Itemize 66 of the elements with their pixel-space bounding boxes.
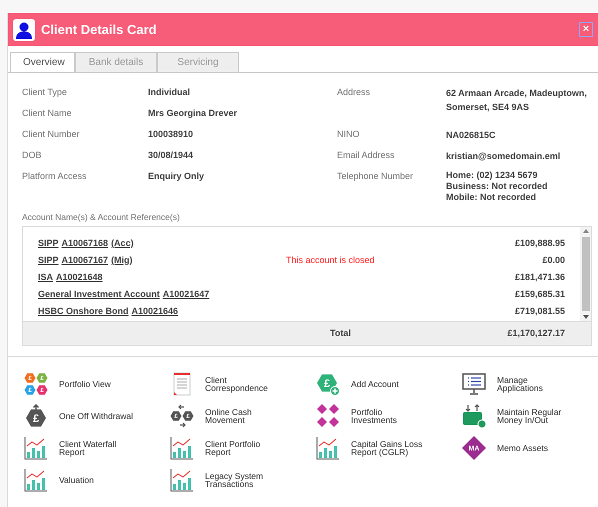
- account-reference-link[interactable]: A10067168: [62, 236, 108, 250]
- account-name-link[interactable]: HSBC Onshore Bond: [38, 304, 129, 318]
- field-label: Client Number: [22, 128, 81, 142]
- diamonds-icon: [316, 404, 340, 428]
- tab[interactable]: Overview: [10, 52, 75, 72]
- action-link[interactable]: Maintain Regular Money In/Out: [462, 404, 598, 428]
- field-value: Somerset, SE4 9AS: [446, 101, 530, 114]
- total-amount: £1,170,127.17: [507, 326, 565, 340]
- account-amount: £0.00: [542, 254, 565, 266]
- field-label: Address: [337, 86, 372, 100]
- action-link[interactable]: Client Waterfall Report: [24, 436, 170, 460]
- account-name-link[interactable]: SIPP: [38, 236, 59, 250]
- bar-chart-icon: [170, 436, 194, 460]
- bar-chart-icon: [24, 468, 48, 492]
- bar-chart-icon: [316, 436, 340, 460]
- field-label: Client Type: [22, 86, 68, 100]
- account-name-link[interactable]: SIPP: [38, 254, 59, 267]
- field-value: 100038910: [148, 128, 194, 142]
- bar-chart-icon: [24, 436, 48, 460]
- action-link[interactable]: £ Add Account: [316, 372, 462, 396]
- account-amount: £109,888.95: [514, 236, 565, 250]
- field-value: Enquiry Only: [148, 170, 204, 184]
- action-link[interactable]: Client Correspondence: [170, 372, 316, 396]
- field-value: kristian@somedomain.eml: [446, 150, 560, 163]
- field-label: Telephone Number: [337, 170, 414, 184]
- action-link[interactable]: Portfolio Investments: [316, 404, 462, 428]
- field-label: NINO: [337, 128, 360, 142]
- action-link[interactable]: Capital Gains Loss Report (CGLR): [316, 436, 462, 460]
- action-link[interactable]: £ One Off Withdrawal: [24, 404, 170, 428]
- field-value: 30/08/1944: [148, 149, 194, 162]
- scrollbar[interactable]: [580, 226, 591, 321]
- account-amount: £159,685.31: [514, 288, 565, 300]
- field-label: Email Address: [337, 149, 396, 162]
- bar-chart-icon: [170, 468, 194, 492]
- account-suffix: (Acc): [111, 236, 134, 250]
- monitor-icon: [462, 372, 486, 396]
- user-icon: [13, 18, 35, 40]
- account-name-link[interactable]: ISA: [38, 270, 54, 284]
- action-link[interactable]: Client Portfolio Report: [170, 436, 316, 460]
- field-value: Home: (02) 1234 5679: [446, 170, 539, 181]
- wallet-icon: [462, 404, 486, 428]
- action-link[interactable]: Legacy System Transactions: [170, 468, 316, 492]
- field-value: Business: Not recorded: [446, 181, 548, 192]
- account-name-link[interactable]: General Investment Account: [38, 288, 160, 301]
- action-link[interactable]: Valuation: [24, 468, 170, 492]
- account-amount: £719,081.55: [514, 304, 565, 318]
- closed-notice: This account is closed: [286, 254, 375, 264]
- field-label: Platform Access: [22, 170, 88, 184]
- field-value: 62 Armaan Arcade, Madeuptown,: [446, 87, 587, 100]
- account-reference-link[interactable]: A10021646: [132, 304, 178, 318]
- account-suffix: (Mig): [111, 254, 133, 267]
- account-reference-link[interactable]: A10067167: [62, 254, 108, 267]
- total-label: Total: [330, 326, 352, 340]
- account-reference-link[interactable]: A10021647: [162, 288, 210, 301]
- account-reference-link[interactable]: A10021648: [56, 270, 103, 284]
- scroll-up-icon[interactable]: [582, 228, 588, 233]
- field-value: Individual: [148, 86, 190, 100]
- field-value: Mobile: Not recorded: [446, 192, 538, 203]
- action-link[interactable]: Manage Applications: [462, 372, 598, 396]
- window-title: Client Details Card: [41, 20, 158, 39]
- account-amount: £181,471.36: [514, 270, 565, 284]
- section-label: Account Name(s) & Account Reference(s): [22, 211, 181, 224]
- field-value: Mrs Georgina Drever: [148, 107, 238, 120]
- field-label: DOB: [22, 149, 43, 162]
- field-value: NA026815C: [446, 129, 496, 142]
- field-label: Client Name: [22, 107, 73, 120]
